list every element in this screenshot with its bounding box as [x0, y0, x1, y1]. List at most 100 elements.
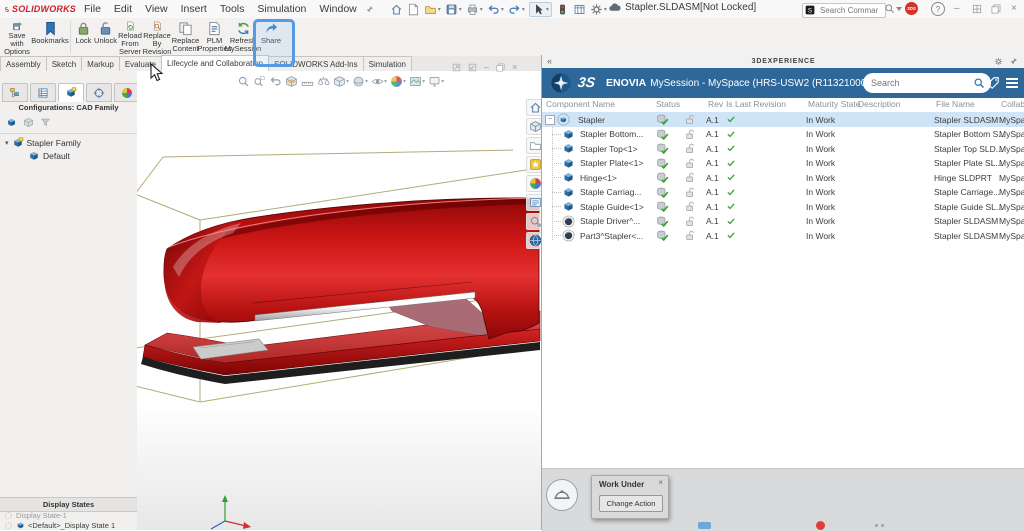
table-row[interactable]: Part3^Stapler<... A.1 In Work Stapler SLDAS… [542, 228, 1024, 243]
menu-view[interactable]: View [145, 3, 168, 15]
menu-window[interactable]: Window [319, 3, 356, 15]
table-row[interactable]: Staple Guide<1> A.1 In Work Staple Guide SL… [542, 199, 1024, 214]
status-bar-blue-chip[interactable] [698, 522, 711, 529]
reload-button[interactable]: Reload From Server [117, 18, 143, 56]
options-button[interactable]: ▾ [590, 3, 607, 16]
work-under-helmet-icon[interactable] [546, 479, 578, 511]
pin-icon[interactable] [365, 5, 374, 14]
evaluate-button[interactable] [573, 3, 586, 16]
refresh-button[interactable]: Refresh MySession [225, 18, 261, 56]
open-button[interactable]: ▾ [424, 3, 441, 16]
panel-tab-dimxpert-target[interactable] [86, 83, 112, 102]
new-doc-button[interactable] [407, 3, 420, 16]
filter-config-button[interactable] [40, 117, 51, 128]
panel-search-icon[interactable] [973, 77, 985, 89]
save-button[interactable]: ▾ [445, 3, 462, 16]
column-header[interactable]: Maturity State [808, 99, 860, 109]
table-row[interactable]: Stapler Plate<1> A.1 In Work Stapler Plate … [542, 156, 1024, 171]
popup-close-icon[interactable]: × [658, 478, 663, 487]
restore-button[interactable] [991, 4, 1001, 14]
3dexperience-badge[interactable]: 3DS [905, 2, 918, 15]
share-button[interactable]: Share [257, 18, 285, 56]
column-header[interactable]: File Name [936, 99, 975, 109]
command-search-box[interactable]: S [802, 2, 886, 18]
minimize-button[interactable]: – [954, 2, 960, 16]
part-config-button[interactable] [6, 117, 17, 128]
close-button[interactable]: × [1011, 2, 1017, 16]
panel-gear-icon[interactable] [994, 57, 1003, 66]
panel-tab-feature-tree[interactable] [2, 83, 28, 102]
panel-tab-configurations[interactable] [58, 83, 84, 102]
strip-color-wheel-button[interactable] [526, 175, 541, 192]
display-state-item[interactable]: Display State-1 [4, 511, 67, 520]
hamburger-menu-icon[interactable] [1006, 78, 1018, 90]
expand-toggle[interactable]: − [545, 115, 555, 125]
column-header[interactable]: Is Last Revision [726, 99, 786, 109]
workspace-button[interactable] [972, 4, 982, 14]
table-row[interactable]: − Stapler A.1 In Work Stapler SLDASMMySpac [542, 112, 1024, 127]
graphics-viewport[interactable]: ▾ ▾ ▾ ▾ ▾ ▾ [137, 71, 542, 530]
table-row[interactable]: Hinge<1> A.1 In Work Hinge SLDPRT MySpac [542, 170, 1024, 185]
select-cursor-button[interactable]: ▾ [528, 1, 552, 17]
strip-parts-box-button[interactable] [526, 118, 541, 135]
home-button[interactable] [390, 3, 403, 16]
panel-tab-property-table[interactable] [30, 83, 56, 102]
strip-web-button[interactable] [526, 232, 541, 249]
change-action-button[interactable]: Change Action [599, 495, 663, 512]
tab-lifecycle-and-collaboration[interactable]: Lifecycle and Collaboration [160, 55, 270, 71]
tab-markup[interactable]: Markup [81, 56, 120, 71]
pop-out-icon[interactable] [452, 63, 461, 72]
search-scope-dropdown-icon[interactable] [896, 7, 902, 11]
replace-revision-button[interactable]: Replace By Revision [143, 18, 171, 56]
table-row[interactable]: Staple Driver^... A.1 In Work Stapler SLDAS… [542, 214, 1024, 229]
redo-button[interactable]: ▾ [508, 3, 525, 16]
3dexperience-compass-icon[interactable] [550, 72, 572, 94]
compare-config-button[interactable] [23, 117, 34, 128]
help-icon[interactable]: ? [931, 2, 945, 16]
print-button[interactable]: ▾ [466, 3, 483, 16]
tab-assembly[interactable]: Assembly [0, 56, 47, 71]
viewport-close-icon[interactable]: × [512, 62, 517, 72]
panel-search-input[interactable] [869, 77, 969, 89]
pop-in-icon[interactable] [468, 63, 477, 72]
panel-pin-icon[interactable] [1009, 57, 1018, 66]
tag-icon[interactable] [986, 76, 1000, 90]
strip-folder-button[interactable] [526, 137, 541, 154]
save-options-button[interactable]: Save with Options [2, 18, 32, 56]
strip-favorites-button[interactable] [526, 156, 541, 173]
unlock-button[interactable]: Unlock [94, 18, 117, 56]
menu-file[interactable]: File [84, 3, 101, 15]
table-row[interactable]: Staple Carriag... A.1 In Work Staple Carria… [542, 185, 1024, 200]
table-row[interactable]: Stapler Top<1> A.1 In Work Stapler Top SLD.… [542, 141, 1024, 156]
menu-tools[interactable]: Tools [220, 3, 245, 15]
strip-list-button[interactable] [526, 194, 541, 211]
viewport-restore-icon[interactable] [496, 63, 505, 72]
tab-sketch[interactable]: Sketch [45, 56, 83, 71]
tree-item[interactable]: Default [28, 150, 70, 162]
performance-button[interactable] [556, 3, 569, 16]
column-header[interactable]: Status [656, 99, 680, 109]
tab-solidworks-add-ins[interactable]: SOLIDWORKS Add-Ins [268, 56, 364, 71]
command-search-input[interactable] [818, 4, 880, 16]
column-header[interactable]: Component Name [546, 99, 615, 109]
tab-simulation[interactable]: Simulation [362, 56, 412, 71]
strip-search-settings-button[interactable] [526, 213, 541, 230]
column-header[interactable]: Collabo [1001, 99, 1024, 109]
menu-simulation[interactable]: Simulation [257, 3, 306, 15]
viewport-minimize-icon[interactable]: – [484, 62, 489, 72]
table-row[interactable]: Stapler Bottom... A.1 In Work Stapler Botto… [542, 127, 1024, 142]
column-header[interactable]: Description [858, 99, 901, 109]
search-icon[interactable] [884, 3, 895, 14]
menu-edit[interactable]: Edit [114, 3, 132, 15]
tree-caret[interactable]: ▾ [5, 139, 9, 147]
column-header[interactable]: Rev [708, 99, 723, 109]
undo-button[interactable]: ▾ [487, 3, 504, 16]
tree-item[interactable]: ▾ Stapler Family [5, 137, 81, 149]
display-state-item[interactable]: <Default>_Display State 1 [4, 521, 115, 530]
strip-home-button[interactable] [526, 99, 541, 116]
stapler-3d-model[interactable] [141, 197, 541, 384]
replace-content-button[interactable]: Replace Content [171, 18, 200, 56]
menu-insert[interactable]: Insert [181, 3, 207, 15]
lock-button[interactable]: Lock [73, 18, 94, 56]
bookmarks-button[interactable]: Bookmarks [31, 18, 69, 56]
